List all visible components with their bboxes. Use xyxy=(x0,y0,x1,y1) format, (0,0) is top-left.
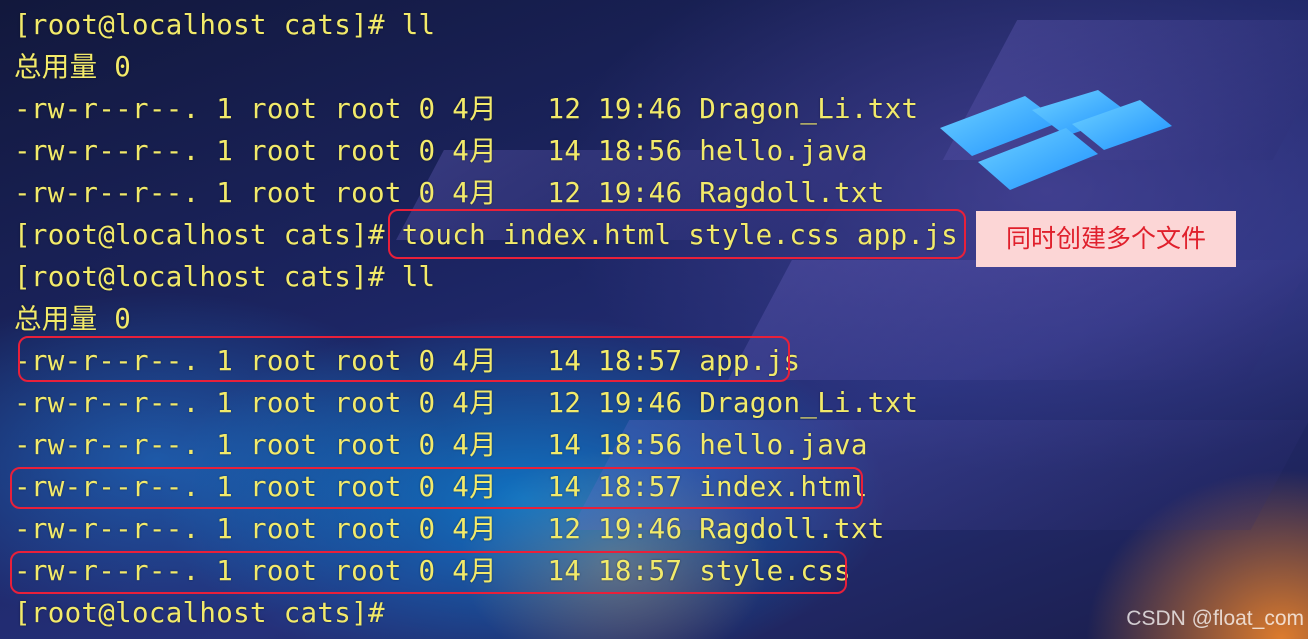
annotation-label: 同时创建多个文件 xyxy=(976,211,1236,267)
file-listing-row: -rw-r--r--. 1 root root 0 4月 14 18:56 he… xyxy=(14,429,868,461)
total-line: 总用量 0 xyxy=(14,303,132,335)
touch-command-highlight xyxy=(388,209,966,259)
prompt-line: [root@localhost cats]# ll xyxy=(14,9,436,41)
windows-logo-icon xyxy=(940,90,1172,190)
file-listing-row: -rw-r--r--. 1 root root 0 4月 12 19:46 Ra… xyxy=(14,177,885,209)
total-line: 总用量 0 xyxy=(14,51,132,83)
watermark: CSDN @float_com xyxy=(1126,607,1304,630)
file-listing-row: -rw-r--r--. 1 root root 0 4月 12 19:46 Dr… xyxy=(14,93,919,125)
file-listing-row: -rw-r--r--. 1 root root 0 4月 12 19:46 Dr… xyxy=(14,387,919,419)
wallpaper-slab xyxy=(728,260,1308,380)
index-html-highlight xyxy=(10,467,863,509)
style-css-highlight xyxy=(10,551,847,594)
file-listing-row: -rw-r--r--. 1 root root 0 4月 12 19:46 Ra… xyxy=(14,513,885,545)
prompt-line: [root@localhost cats]# ll xyxy=(14,261,436,293)
prompt-line: [root@localhost cats]# xyxy=(14,597,385,629)
file-listing-row: -rw-r--r--. 1 root root 0 4月 14 18:56 he… xyxy=(14,135,868,167)
app-js-highlight xyxy=(18,336,790,382)
